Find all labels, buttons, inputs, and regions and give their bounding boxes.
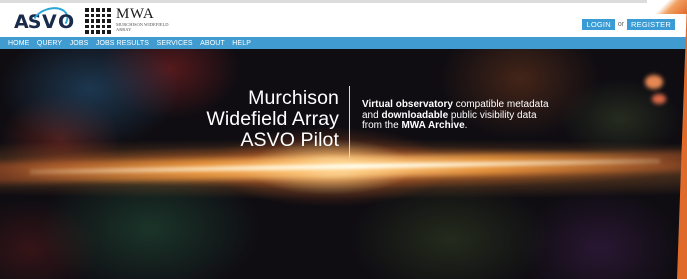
hero-title-line1: Murchison <box>248 87 339 109</box>
asvo-logo[interactable]: AS V O <box>14 2 74 40</box>
nav-item-jobs[interactable]: JOBS <box>70 40 89 47</box>
hero-title: Murchison Widefield Array ASVO Pilot <box>206 88 339 151</box>
mwa-logo[interactable]: MWA Murchison Widefield Array <box>85 6 175 35</box>
hero-divider <box>349 86 350 158</box>
mwa-logo-title: MWA <box>116 6 155 22</box>
nav-item-help[interactable]: HELP <box>232 40 251 47</box>
register-button[interactable]: REGISTER <box>627 18 675 30</box>
nav-item-query[interactable]: QUERY <box>37 40 62 47</box>
hero-title-line3: ASVO Pilot <box>240 129 339 151</box>
login-button[interactable]: LOGIN <box>582 18 615 30</box>
site-header: AS V O MWA Murchison Widefield Array LOG… <box>0 0 687 40</box>
hero-banner: Murchison Widefield Array ASVO Pilot Vir… <box>0 49 687 279</box>
main-nav: HOME QUERY JOBS JOBS RESULTS SERVICES AB… <box>0 37 687 49</box>
hero-desc-bold-1: Virtual observatory <box>362 99 453 110</box>
asvo-logo-o: O <box>58 11 74 33</box>
auth-or-text: or <box>617 20 625 28</box>
nav-item-about[interactable]: ABOUT <box>200 40 225 47</box>
asvo-logo-v: V <box>42 11 57 33</box>
hero-title-line2: Widefield Array <box>206 108 339 130</box>
hero-desc-bold-2: downloadable <box>381 109 449 121</box>
hero-desc-bold-3: MWA Archive <box>401 120 465 131</box>
nav-item-home[interactable]: HOME <box>8 40 29 47</box>
hero-desc-text-2a: and <box>362 109 382 121</box>
corner-decoration-top <box>647 0 687 14</box>
hero-desc-text-3a: from the <box>362 120 402 131</box>
radio-source-blob <box>645 75 663 89</box>
mwa-tile-grid-icon <box>85 8 111 34</box>
hero-description: Virtual observatory compatible metadata … <box>362 99 582 132</box>
mwa-logo-subtitle: Murchison Widefield Array <box>116 22 169 32</box>
hero-desc-text-1: compatible metadata <box>452 99 549 110</box>
nav-item-services[interactable]: SERVICES <box>157 40 193 47</box>
radio-source-blob <box>652 94 666 104</box>
hero-desc-line3: from the MWA Archive. <box>362 120 582 132</box>
hero-desc-text-2b: public visibility data <box>448 109 537 121</box>
page: AS V O MWA Murchison Widefield Array LOG… <box>0 0 687 279</box>
hero-desc-text-3b: . <box>464 120 468 131</box>
nav-item-jobs-results[interactable]: JOBS RESULTS <box>96 40 149 47</box>
corner-decoration <box>677 0 687 279</box>
auth-controls: LOGIN or REGISTER <box>582 18 675 30</box>
